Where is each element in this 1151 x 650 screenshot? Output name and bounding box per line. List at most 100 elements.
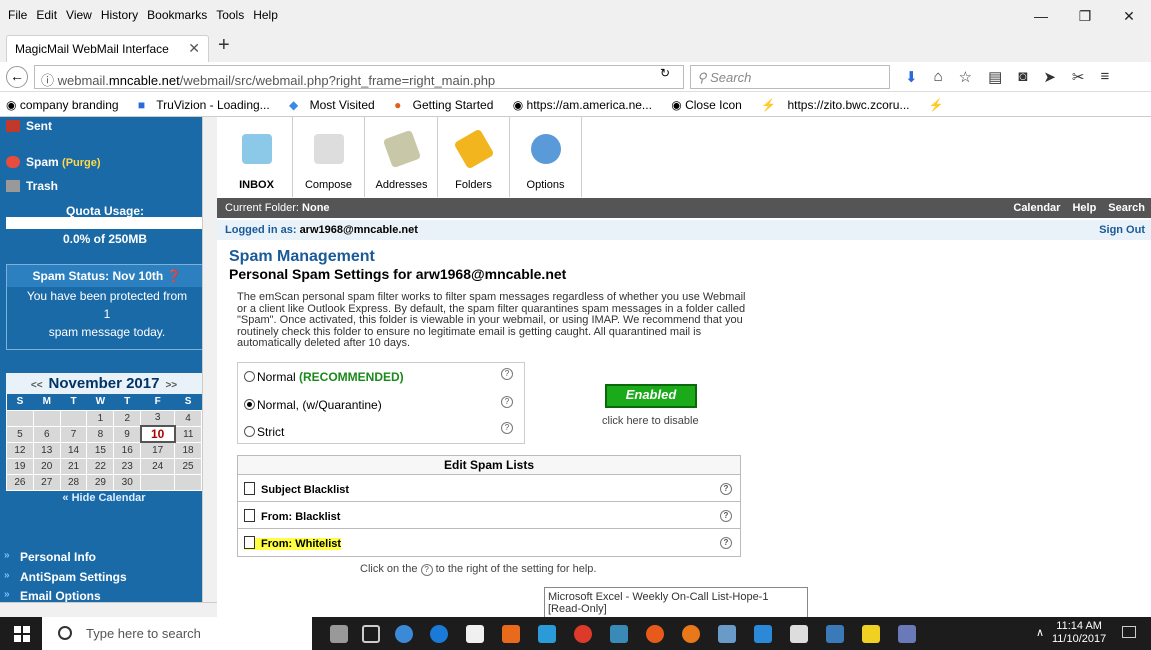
sign-out-link[interactable]: Sign Out xyxy=(1099,224,1145,236)
close-window-button[interactable]: ✕ xyxy=(1107,0,1151,32)
chrome-icon[interactable] xyxy=(574,625,592,643)
bookmark-getting-started[interactable]: ● Getting Started xyxy=(394,98,501,112)
calendar-link[interactable]: Calendar xyxy=(1013,202,1060,214)
folder-sent[interactable]: Sent xyxy=(6,119,52,133)
inbox-button[interactable]: INBOX xyxy=(221,117,293,197)
search-link[interactable]: Search xyxy=(1108,202,1145,214)
bookmark-company-branding[interactable]: ◉ company branding xyxy=(6,98,127,112)
menu-file[interactable]: File xyxy=(8,8,27,22)
pocket-icon[interactable]: ◙ xyxy=(1018,68,1027,86)
compose-button[interactable]: Compose xyxy=(293,117,365,197)
calendar-day[interactable]: 22 xyxy=(86,457,115,475)
reload-icon[interactable]: ↻ xyxy=(660,66,670,80)
option-quarantine[interactable]: Normal, (w/Quarantine) xyxy=(244,398,382,412)
calendar-day[interactable]: 4 xyxy=(174,409,202,427)
bookmark-truvizion[interactable]: ■ TruVizion - Loading... xyxy=(138,98,278,112)
folders-button[interactable]: Folders xyxy=(438,117,510,197)
calendar-day[interactable]: 28 xyxy=(59,473,88,491)
menu-tools[interactable]: Tools xyxy=(216,8,244,22)
disable-hint[interactable]: click here to disable xyxy=(602,415,699,427)
help-icon[interactable]: ? xyxy=(720,483,732,495)
app-icon[interactable] xyxy=(646,625,664,643)
app-icon[interactable] xyxy=(898,625,916,643)
tray-expand-icon[interactable]: ∧ xyxy=(1036,626,1044,639)
menu-view[interactable]: View xyxy=(66,8,92,22)
calendar-day[interactable]: 14 xyxy=(59,441,88,459)
calendar-day[interactable]: 30 xyxy=(113,473,142,491)
purge-link[interactable]: (Purge) xyxy=(62,157,101,169)
search-input[interactable]: ⚲ Search xyxy=(690,65,890,89)
calendar-day[interactable]: 5 xyxy=(6,425,34,443)
nav-personal-info[interactable]: » Personal Info xyxy=(4,550,96,564)
folder-trash[interactable]: Trash xyxy=(6,179,58,193)
calendar-day[interactable]: 12 xyxy=(6,441,34,459)
edge-icon[interactable] xyxy=(430,625,448,643)
close-tab-icon[interactable]: ✕ xyxy=(188,40,200,57)
calendar-day[interactable]: 24 xyxy=(140,457,176,475)
calendar-day[interactable]: 13 xyxy=(32,441,61,459)
calendar-day[interactable]: 23 xyxy=(113,457,142,475)
calendar-day[interactable]: 2 xyxy=(113,409,142,427)
list-item-from-whitelist[interactable]: From: Whitelist? xyxy=(238,529,740,556)
system-clock[interactable]: 11:14 AM 11/10/2017 xyxy=(1052,620,1106,646)
calendar-day[interactable]: 3 xyxy=(140,409,176,427)
calendar-day[interactable]: 7 xyxy=(59,425,88,443)
next-month-link[interactable]: >> xyxy=(159,380,183,391)
app-icon[interactable] xyxy=(754,625,772,643)
list-item-subject-blacklist[interactable]: Subject Blacklist? xyxy=(238,475,740,502)
taskbar-search-input[interactable]: Type here to search xyxy=(42,617,312,650)
library-icon[interactable]: ▤ xyxy=(988,68,1002,86)
menu-history[interactable]: History xyxy=(101,8,138,22)
microphone-icon[interactable] xyxy=(330,625,348,643)
bookmark-zito[interactable]: ⚡ https://zito.bwc.zcoru... xyxy=(761,98,917,112)
help-icon[interactable]: ? xyxy=(501,368,513,380)
calendar-day[interactable]: 1 xyxy=(86,409,115,427)
bookmark-most-visited[interactable]: ◆ Most Visited xyxy=(289,98,383,112)
menu-help[interactable]: Help xyxy=(253,8,278,22)
nav-email-options[interactable]: » Email Options xyxy=(4,589,101,602)
help-link[interactable]: Help xyxy=(1072,202,1096,214)
folder-spam[interactable]: Spam (Purge) xyxy=(6,155,101,169)
app-icon[interactable] xyxy=(395,625,413,643)
restore-button[interactable]: ❐ xyxy=(1063,0,1107,32)
option-strict[interactable]: Strict xyxy=(244,425,284,439)
calendar-day[interactable]: 26 xyxy=(6,473,34,491)
store-icon[interactable] xyxy=(466,625,484,643)
options-button[interactable]: Options xyxy=(510,117,582,197)
calendar-day[interactable]: 9 xyxy=(113,425,142,443)
option-normal[interactable]: Normal (RECOMMENDED) xyxy=(244,370,404,384)
nav-antispam-settings[interactable]: » AntiSpam Settings xyxy=(4,570,127,584)
office-icon[interactable] xyxy=(502,625,520,643)
calendar-day[interactable]: 11 xyxy=(174,425,202,443)
send-icon[interactable]: ➤ xyxy=(1043,68,1056,86)
sidebar-horizontal-scrollbar[interactable] xyxy=(0,602,217,617)
hamburger-menu-icon[interactable]: ≡ xyxy=(1101,68,1110,86)
bookmark-am-america[interactable]: ◉ https://am.america.ne... xyxy=(513,98,660,112)
notification-icon[interactable] xyxy=(1122,626,1136,638)
list-item-from-blacklist[interactable]: From: Blacklist? xyxy=(238,502,740,529)
calendar-day[interactable]: 15 xyxy=(86,441,115,459)
windows-start-icon[interactable] xyxy=(14,626,30,642)
radio-strict[interactable] xyxy=(244,426,255,437)
calendar-day[interactable]: 8 xyxy=(86,425,115,443)
help-icon[interactable]: ❓ xyxy=(167,269,182,283)
menu-bookmarks[interactable]: Bookmarks xyxy=(147,8,207,22)
sticky-notes-icon[interactable] xyxy=(862,625,880,643)
calendar-day[interactable]: 17 xyxy=(140,441,176,459)
help-icon[interactable]: ? xyxy=(501,396,513,408)
sidebar-scrollbar[interactable] xyxy=(202,117,217,602)
prev-month-link[interactable]: << xyxy=(25,380,49,391)
home-icon[interactable]: ⌂ xyxy=(934,68,943,86)
calendar-day[interactable]: 18 xyxy=(174,441,202,459)
radio-quarantine[interactable] xyxy=(244,399,255,410)
calendar-day[interactable]: 25 xyxy=(174,457,202,475)
minimize-button[interactable]: — xyxy=(1019,0,1063,32)
app-icon[interactable] xyxy=(610,625,628,643)
calendar-day[interactable]: 21 xyxy=(59,457,88,475)
calendar-day[interactable]: 19 xyxy=(6,457,34,475)
app-icon[interactable] xyxy=(718,625,736,643)
download-icon[interactable]: ⬇ xyxy=(905,68,918,86)
new-tab-button[interactable]: + xyxy=(218,34,230,57)
app-icon[interactable] xyxy=(826,625,844,643)
calendar-day[interactable]: 29 xyxy=(86,473,115,491)
